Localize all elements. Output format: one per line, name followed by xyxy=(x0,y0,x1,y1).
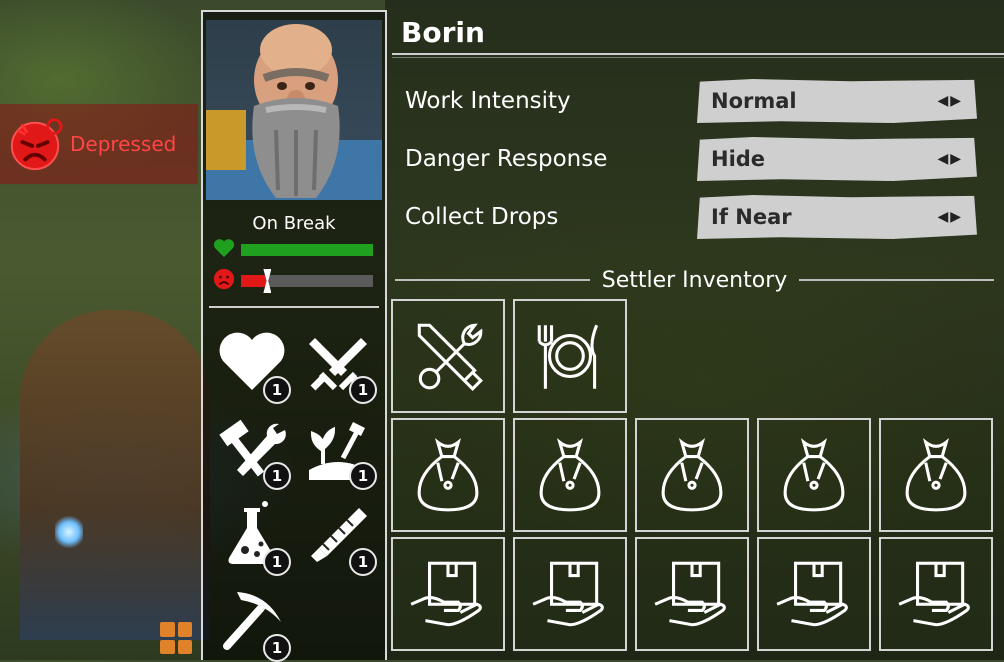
mood-label: Depressed xyxy=(70,132,177,156)
mood-bar xyxy=(213,268,373,294)
danger-response-select[interactable]: Hide ◀▶ xyxy=(697,137,977,181)
inventory-slot[interactable] xyxy=(635,537,749,651)
work-intensity-select[interactable]: Normal ◀▶ xyxy=(697,79,977,123)
scene-house xyxy=(20,310,210,640)
inventory-slot[interactable] xyxy=(391,418,505,532)
hand-box-icon xyxy=(410,561,482,627)
health-fill xyxy=(241,244,373,256)
mood-track xyxy=(241,269,373,293)
hand-box-icon xyxy=(654,561,726,627)
skill-level-badge: 1 xyxy=(349,548,377,576)
inventory-slot[interactable] xyxy=(757,418,871,532)
left-right-arrows-icon[interactable]: ◀▶ xyxy=(937,209,963,225)
divider xyxy=(395,279,590,281)
inventory-slot[interactable] xyxy=(513,418,627,532)
collect-drops-select[interactable]: If Near ◀▶ xyxy=(697,195,977,239)
left-right-arrows-icon[interactable]: ◀▶ xyxy=(937,151,963,167)
inventory-slot[interactable] xyxy=(391,537,505,651)
skill-crafting[interactable]: 1 xyxy=(217,414,291,490)
separator xyxy=(209,306,379,308)
settler-name: Borin xyxy=(401,16,485,49)
option-value: Hide xyxy=(711,147,766,171)
skill-woodcutting[interactable]: 1 xyxy=(303,500,377,576)
food-icon xyxy=(537,324,599,389)
skill-science[interactable]: 1 xyxy=(217,500,291,576)
skill-level-badge: 1 xyxy=(263,548,291,576)
tools-icon xyxy=(417,323,483,391)
skill-level-badge: 1 xyxy=(263,376,291,404)
inventory-header: Settler Inventory xyxy=(395,266,994,294)
settler-panel: On Break 1 1 1 1 1 1 1 xyxy=(201,10,387,662)
sack-icon xyxy=(905,437,967,512)
inventory-slot[interactable] xyxy=(757,537,871,651)
mood-badge: Depressed xyxy=(0,104,198,184)
skill-level-badge: 1 xyxy=(349,376,377,404)
left-right-arrows-icon[interactable]: ◀▶ xyxy=(937,93,963,109)
health-track xyxy=(241,244,373,256)
option-value: Normal xyxy=(711,89,797,113)
hand-box-icon xyxy=(532,561,604,627)
health-bar xyxy=(213,238,373,262)
skill-mining[interactable]: 1 xyxy=(217,586,291,662)
sad-face-icon xyxy=(213,268,235,294)
mood-fill xyxy=(241,275,268,287)
skill-level-badge: 1 xyxy=(263,634,291,662)
hand-box-icon xyxy=(776,561,848,627)
inventory-slot[interactable] xyxy=(513,537,627,651)
skill-level-badge: 1 xyxy=(263,462,291,490)
settler-portrait[interactable] xyxy=(206,20,382,200)
skill-health[interactable]: 1 xyxy=(217,328,291,404)
sack-icon xyxy=(661,437,723,512)
sack-icon xyxy=(417,437,479,512)
title-divider xyxy=(392,53,1004,58)
menu-grid-icon[interactable] xyxy=(160,622,192,654)
inventory-slot[interactable] xyxy=(879,537,993,651)
option-label-collect-drops: Collect Drops xyxy=(405,204,559,230)
inventory-slot[interactable] xyxy=(635,418,749,532)
option-value: If Near xyxy=(711,205,792,229)
inventory-title: Settler Inventory xyxy=(601,267,788,293)
inventory-slot[interactable] xyxy=(879,418,993,532)
hand-box-icon xyxy=(898,561,970,627)
inventory-slot-food[interactable] xyxy=(513,299,627,413)
status-label: On Break xyxy=(252,213,336,234)
angry-face-icon xyxy=(6,115,64,173)
heart-icon xyxy=(213,238,235,262)
skill-farming[interactable]: 1 xyxy=(303,414,377,490)
sack-icon xyxy=(783,437,845,512)
scene-lantern xyxy=(55,515,83,549)
divider xyxy=(799,279,994,281)
inventory-slot-tools[interactable] xyxy=(391,299,505,413)
skill-level-badge: 1 xyxy=(349,462,377,490)
sack-icon xyxy=(539,437,601,512)
option-label-danger-response: Danger Response xyxy=(405,146,608,172)
option-label-work-intensity: Work Intensity xyxy=(405,88,571,114)
skill-combat[interactable]: 1 xyxy=(303,328,377,404)
